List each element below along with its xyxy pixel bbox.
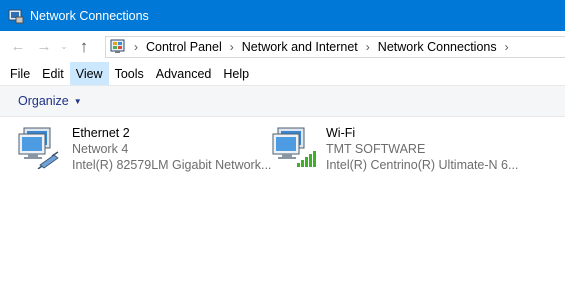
menu-advanced[interactable]: Advanced bbox=[150, 62, 218, 86]
menu-bar: File Edit View Tools Advanced Help bbox=[0, 62, 565, 86]
menu-edit[interactable]: Edit bbox=[36, 62, 70, 86]
connection-status: TMT SOFTWARE bbox=[326, 142, 426, 156]
organize-label: Organize bbox=[18, 94, 69, 108]
connection-status: Network 4 bbox=[72, 142, 129, 156]
breadcrumb-network-and-internet[interactable]: Network and Internet bbox=[242, 40, 358, 54]
chevron-down-icon[interactable]: ⌄ bbox=[54, 37, 74, 57]
menu-help[interactable]: Help bbox=[217, 62, 255, 86]
window-title: Network Connections bbox=[30, 8, 149, 23]
connection-device: Intel(R) 82579LM Gigabit Network... bbox=[72, 158, 272, 172]
connection-wi-fi[interactable]: Wi-Fi TMT SOFTWARE Intel(R) Centrino(R) … bbox=[272, 125, 518, 177]
organize-button[interactable]: Organize ▼ bbox=[18, 94, 82, 108]
control-panel-icon bbox=[110, 39, 126, 55]
menu-file[interactable]: File bbox=[4, 62, 36, 86]
network-connections-icon bbox=[8, 8, 24, 24]
connection-ethernet-2[interactable]: Ethernet 2 Network 4 Intel(R) 82579LM Gi… bbox=[18, 125, 271, 177]
connection-name: Ethernet 2 bbox=[72, 126, 130, 140]
address-row: ← → ⌄ ↑ › Control Panel › Network and In… bbox=[0, 31, 565, 62]
connection-device: Intel(R) Centrino(R) Ultimate-N 6... bbox=[326, 158, 519, 172]
command-bar: Organize ▼ bbox=[0, 86, 565, 117]
connections-list: Ethernet 2 Network 4 Intel(R) 82579LM Gi… bbox=[0, 117, 565, 286]
connection-name: Wi-Fi bbox=[326, 126, 356, 140]
caret-down-icon: ▼ bbox=[73, 96, 82, 106]
arrow-left-icon[interactable]: ← bbox=[8, 37, 28, 57]
address-bar[interactable]: › Control Panel › Network and Internet ›… bbox=[105, 36, 565, 58]
menu-tools[interactable]: Tools bbox=[109, 62, 150, 86]
breadcrumb-network-connections[interactable]: Network Connections bbox=[378, 40, 497, 54]
chevron-right-icon[interactable]: › bbox=[366, 40, 370, 54]
wifi-adapter-icon bbox=[272, 125, 316, 169]
title-bar: Network Connections bbox=[0, 0, 565, 31]
breadcrumb-control-panel[interactable]: Control Panel bbox=[146, 40, 222, 54]
ethernet-adapter-icon bbox=[18, 125, 62, 170]
chevron-right-icon[interactable]: › bbox=[230, 40, 234, 54]
arrow-up-icon[interactable]: ↑ bbox=[74, 37, 94, 57]
chevron-right-icon[interactable]: › bbox=[505, 40, 509, 54]
arrow-right-icon[interactable]: → bbox=[34, 37, 54, 57]
chevron-right-icon[interactable]: › bbox=[134, 40, 138, 54]
menu-view[interactable]: View bbox=[69, 62, 109, 86]
